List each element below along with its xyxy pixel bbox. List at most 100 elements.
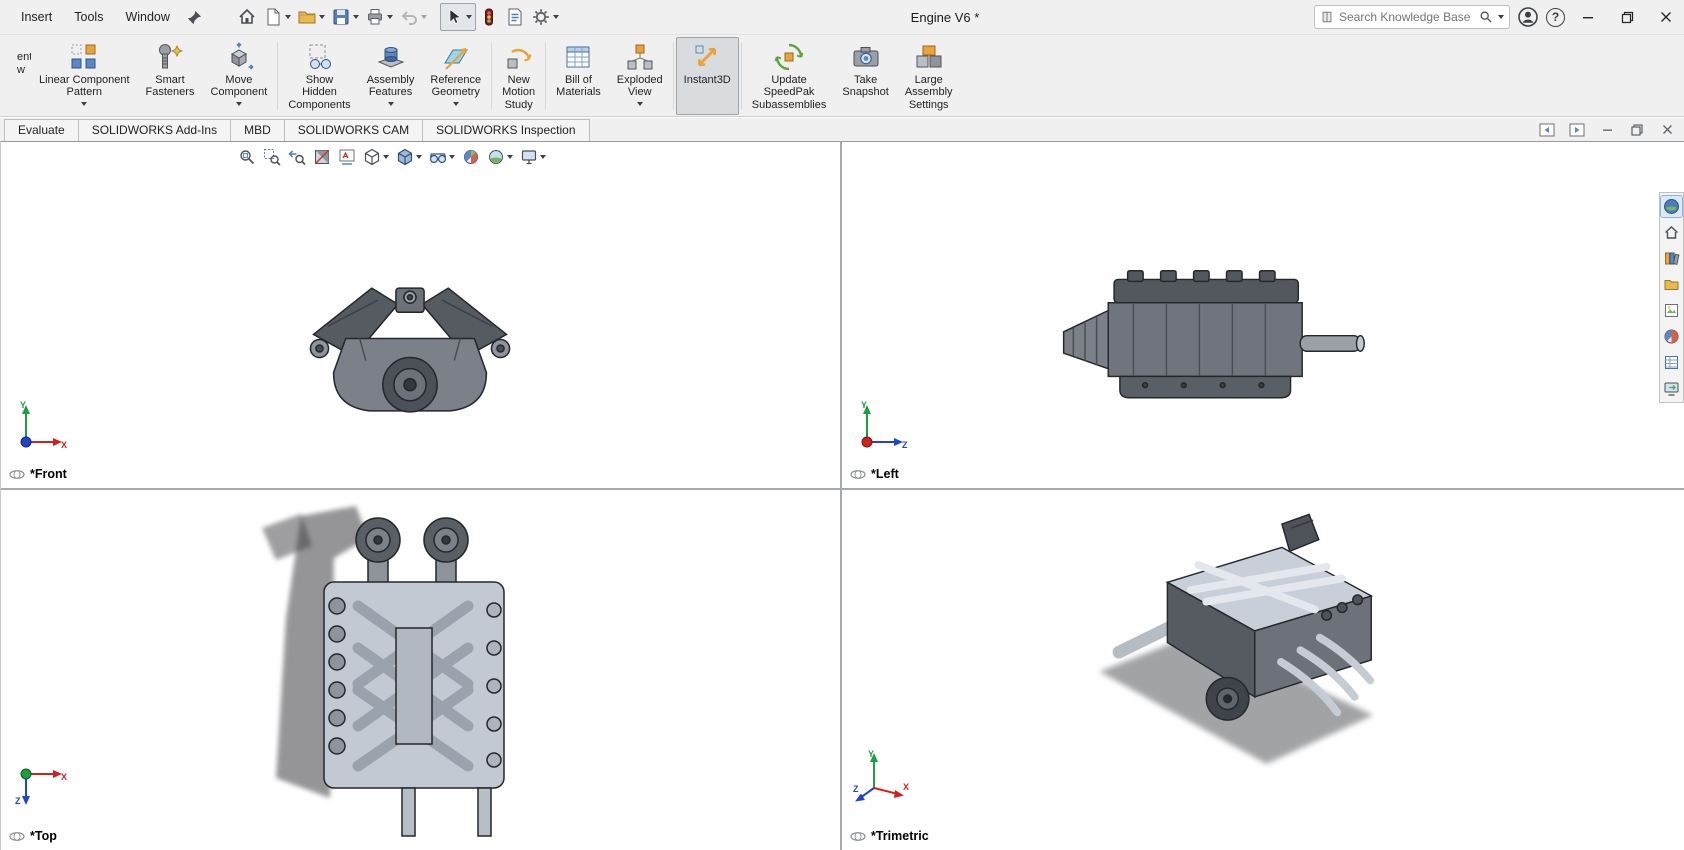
svg-text:Y: Y — [868, 749, 874, 759]
ribbon-button-reference-geometry[interactable]: Reference Geometry — [422, 37, 489, 115]
ribbon-button-new-motion-study[interactable]: New Motion Study — [494, 37, 543, 115]
solidworks-forum-button[interactable] — [1661, 378, 1682, 399]
open-button[interactable] — [294, 3, 328, 31]
dropdown-caret[interactable] — [387, 101, 394, 106]
ribbon-button-exploded-view[interactable]: Exploded View — [609, 37, 671, 115]
document-minimize-button[interactable] — [1598, 122, 1616, 138]
viewport-trimetric[interactable]: Y X Z *Trimetric — [842, 490, 1684, 850]
dropdown-caret[interactable] — [284, 15, 291, 19]
engine-model-trimetric-view[interactable] — [1082, 505, 1412, 780]
select-tool-button[interactable] — [439, 3, 476, 31]
pane-back-button[interactable] — [1538, 122, 1556, 138]
menu-insert[interactable]: Insert — [10, 5, 63, 29]
dropdown-caret[interactable] — [235, 101, 242, 106]
previous-view-button[interactable] — [285, 145, 309, 169]
display-style-button[interactable] — [393, 145, 425, 169]
dropdown-caret[interactable] — [420, 15, 427, 19]
search-input[interactable] — [1339, 10, 1474, 24]
new-document-button[interactable] — [260, 3, 294, 31]
tab-evaluate[interactable]: Evaluate — [4, 118, 79, 141]
section-view-button[interactable] — [310, 145, 334, 169]
home-button[interactable] — [234, 3, 260, 31]
viewport-splitter-horizontal[interactable] — [1, 488, 1684, 490]
appearances-scenes-button[interactable] — [1661, 326, 1682, 347]
tab-solidworks-add-ins[interactable]: SOLIDWORKS Add-Ins — [77, 118, 232, 141]
bill-of-materials-icon — [566, 46, 590, 68]
ribbon-button-large-assembly-settings[interactable]: Large Assembly Settings — [897, 37, 961, 115]
pin-menubar-button[interactable] — [181, 8, 208, 27]
ribbon-button-smart-fasteners[interactable]: Smart Fasteners — [138, 37, 203, 115]
document-restore-button[interactable] — [1628, 122, 1646, 138]
hide-show-items-glasses-icon — [429, 153, 447, 164]
solidworks-resources-button[interactable] — [1660, 195, 1683, 218]
hide-show-items-button[interactable] — [426, 145, 458, 169]
dropdown-caret[interactable] — [636, 101, 643, 106]
help-button[interactable]: ? — [1546, 7, 1565, 27]
view-settings-button[interactable] — [517, 145, 549, 169]
svg-text:Z: Z — [902, 440, 908, 450]
apply-scene-button[interactable] — [484, 145, 516, 169]
document-close-button[interactable] — [1658, 122, 1676, 138]
ribbon-button-assembly-features[interactable]: Assembly Features — [359, 37, 423, 115]
ribbon-button-move-component[interactable]: Move Component — [202, 37, 275, 115]
engine-model-top-view[interactable] — [206, 498, 551, 843]
svg-text:X: X — [61, 440, 67, 450]
ribbon-button-show-hidden-components[interactable]: Show Hidden Components — [280, 37, 358, 115]
knowledge-base-search[interactable] — [1314, 5, 1510, 29]
zoom-to-fit-button[interactable] — [235, 145, 259, 169]
viewport-left[interactable]: Y Z *Left — [842, 142, 1684, 488]
file-explorer-button[interactable] — [1661, 274, 1682, 295]
dropdown-caret[interactable] — [416, 155, 422, 159]
task-pane-home-button[interactable] — [1661, 222, 1682, 243]
edit-appearance-button[interactable] — [459, 145, 483, 169]
restore-button[interactable] — [1611, 0, 1643, 34]
dropdown-caret[interactable] — [386, 15, 393, 19]
ribbon-button-linear-component-pattern[interactable]: Linear Component Pattern — [31, 37, 138, 115]
custom-properties-button[interactable] — [1661, 352, 1682, 373]
dropdown-caret[interactable] — [452, 101, 459, 106]
dropdown-caret[interactable] — [449, 155, 455, 159]
engine-model-front-view[interactable] — [279, 260, 541, 436]
rebuild-button[interactable] — [476, 3, 502, 31]
minimize-button[interactable] — [1572, 0, 1604, 34]
account-button[interactable] — [1517, 6, 1539, 28]
options-button[interactable] — [528, 3, 562, 31]
save-button[interactable] — [328, 3, 362, 31]
ribbon-button-update-speedpak-subassemblies[interactable]: Update SpeedPak Subassemblies — [744, 37, 835, 115]
dropdown-caret[interactable] — [552, 15, 559, 19]
pane-forward-button[interactable] — [1568, 122, 1586, 138]
viewport-splitter-vertical[interactable] — [840, 142, 842, 850]
view-palette-button[interactable] — [1661, 300, 1682, 321]
tab-solidworks-cam[interactable]: SOLIDWORKS CAM — [283, 118, 424, 141]
dropdown-caret[interactable] — [465, 15, 472, 19]
undo-button[interactable] — [396, 3, 430, 31]
tab-mbd[interactable]: MBD — [230, 118, 285, 141]
search-icon[interactable] — [1479, 10, 1493, 24]
dropdown-caret[interactable] — [383, 155, 389, 159]
viewport-top[interactable]: X Z *Top — [1, 490, 840, 850]
dropdown-caret[interactable] — [81, 101, 88, 106]
dropdown-caret[interactable] — [352, 15, 359, 19]
menu-tools[interactable]: Tools — [63, 5, 114, 29]
zoom-to-area-button[interactable] — [260, 145, 284, 169]
print-button[interactable] — [362, 3, 396, 31]
previous-view-icon — [288, 150, 306, 166]
view-icon — [9, 469, 25, 479]
view-orientation-cube-icon — [364, 148, 380, 166]
search-scope-caret[interactable] — [1498, 15, 1504, 19]
ribbon-button-instant3d[interactable]: Instant3D — [675, 37, 739, 115]
tab-solidworks-inspection[interactable]: SOLIDWORKS Inspection — [422, 118, 590, 141]
menu-window[interactable]: Window — [114, 5, 180, 29]
ribbon-button-take-snapshot[interactable]: Take Snapshot — [834, 37, 896, 115]
close-button[interactable] — [1650, 0, 1682, 34]
dropdown-caret[interactable] — [507, 155, 513, 159]
design-library-button[interactable] — [1661, 248, 1682, 269]
viewport-front[interactable]: Y X *Front — [1, 142, 840, 488]
ribbon-button-bill-of-materials[interactable]: Bill of Materials — [548, 37, 609, 115]
dropdown-caret[interactable] — [318, 15, 325, 19]
dropdown-caret[interactable] — [540, 155, 546, 159]
file-properties-button[interactable] — [502, 3, 528, 31]
dynamic-annotation-views-button[interactable] — [335, 145, 359, 169]
engine-model-left-view[interactable] — [1052, 262, 1372, 422]
view-orientation-button[interactable] — [360, 145, 392, 169]
